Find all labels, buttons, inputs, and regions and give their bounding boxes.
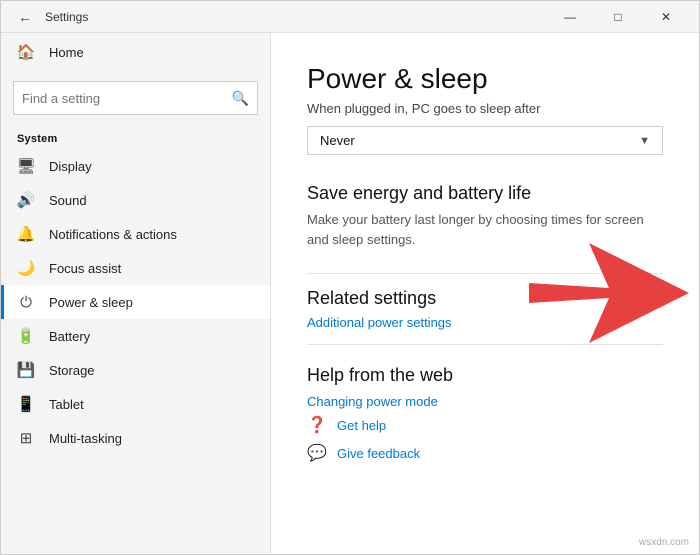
multitasking-icon: ⊞ [17,429,35,447]
tablet-icon: 📱 [17,395,35,413]
minimize-button[interactable]: — [547,1,593,33]
back-button[interactable]: ← [11,3,39,31]
tablet-label: Tablet [49,397,84,412]
sidebar-section-label: System [1,125,270,149]
changing-power-link[interactable]: Changing power mode [307,394,663,409]
chevron-down-icon: ▼ [639,135,650,147]
settings-window: ← Settings — □ ✕ 🏠 Home 🔍 System 🖥 Displ… [0,0,700,555]
home-icon: 🏠 [17,43,35,61]
get-help-icon: ❓ [307,415,327,435]
focus-label: Focus assist [49,261,121,276]
give-feedback-icon: 💬 [307,443,327,463]
battery-label: Battery [49,329,90,344]
additional-power-link[interactable]: Additional power settings [307,315,663,330]
sound-label: Sound [49,193,87,208]
storage-label: Storage [49,363,95,378]
titlebar: ← Settings — □ ✕ [1,1,699,33]
sidebar-item-focus[interactable]: 🌙 Focus assist [1,251,270,285]
home-label: Home [49,45,84,60]
watermark: wsxdn.com [639,537,689,548]
battery-icon: 🔋 [17,327,35,345]
related-settings-heading: Related settings [307,288,663,309]
sidebar-item-storage[interactable]: 💾 Storage [1,353,270,387]
close-button[interactable]: ✕ [643,1,689,33]
search-icon: 🔍 [232,90,249,107]
power-icon: ⏻ [17,293,35,311]
sidebar-item-battery[interactable]: 🔋 Battery [1,319,270,353]
display-label: Display [49,159,92,174]
get-help-link[interactable]: Get help [337,418,386,433]
help-heading: Help from the web [307,365,663,386]
sleep-dropdown-value: Never [320,133,355,148]
give-feedback-item: 💬 Give feedback [307,443,663,463]
save-energy-heading: Save energy and battery life [307,183,663,204]
give-feedback-link[interactable]: Give feedback [337,446,420,461]
storage-icon: 💾 [17,361,35,379]
sleep-dropdown[interactable]: Never ▼ [307,126,663,155]
page-title: Power & sleep [307,63,663,95]
display-icon: 🖥 [17,157,35,175]
sleep-subtitle: When plugged in, PC goes to sleep after [307,101,663,116]
sidebar-item-notifications[interactable]: 🔔 Notifications & actions [1,217,270,251]
sidebar-item-power[interactable]: ⏻ Power & sleep [1,285,270,319]
maximize-button[interactable]: □ [595,1,641,33]
notifications-icon: 🔔 [17,225,35,243]
sidebar-item-tablet[interactable]: 📱 Tablet [1,387,270,421]
notifications-label: Notifications & actions [49,227,177,242]
sidebar-item-sound[interactable]: 🔊 Sound [1,183,270,217]
search-box[interactable]: 🔍 [13,81,258,115]
window-title: Settings [45,10,88,24]
sidebar-item-home[interactable]: 🏠 Home [1,33,270,71]
sound-icon: 🔊 [17,191,35,209]
sidebar: 🏠 Home 🔍 System 🖥 Display 🔊 Sound 🔔 Noti… [1,33,271,554]
multitasking-label: Multi-tasking [49,431,122,446]
focus-icon: 🌙 [17,259,35,277]
main-content: Power & sleep When plugged in, PC goes t… [271,33,699,554]
window-controls: — □ ✕ [547,1,689,33]
sidebar-item-display[interactable]: 🖥 Display [1,149,270,183]
content-area: 🏠 Home 🔍 System 🖥 Display 🔊 Sound 🔔 Noti… [1,33,699,554]
divider [307,273,663,274]
divider2 [307,344,663,345]
search-input[interactable] [22,91,232,106]
sidebar-item-multitasking[interactable]: ⊞ Multi-tasking [1,421,270,455]
save-energy-text: Make your battery last longer by choosin… [307,210,663,249]
power-label: Power & sleep [49,295,133,310]
get-help-item: ❓ Get help [307,415,663,435]
